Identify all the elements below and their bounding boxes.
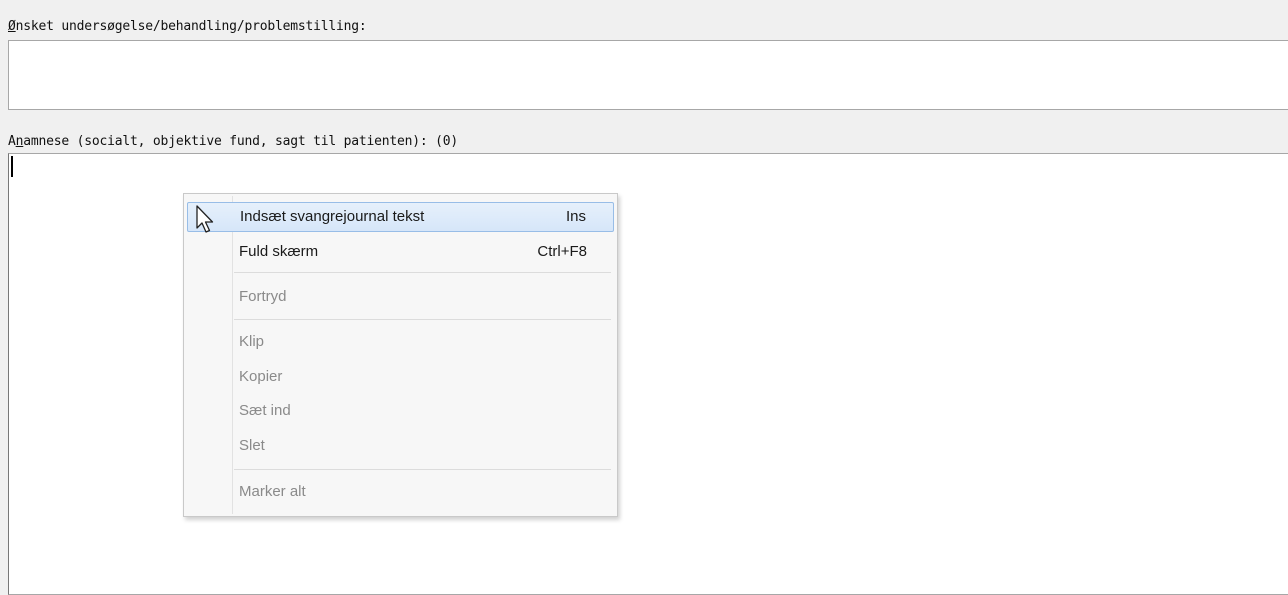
menu-item-delete[interactable]: Slet xyxy=(187,431,614,461)
text-caret xyxy=(11,156,13,177)
field-label-onsket: Ønsket undersøgelse/behandling/problemst… xyxy=(8,18,367,36)
menu-item-shortcut: Ctrl+F8 xyxy=(537,243,587,260)
menu-item-label: Fuld skærm xyxy=(239,243,319,260)
menu-item-label: Slet xyxy=(239,437,265,454)
context-menu: Indsæt svangrejournal tekst Ins Fuld skæ… xyxy=(183,193,618,517)
menu-item-full-screen[interactable]: Fuld skærm Ctrl+F8 xyxy=(187,237,614,267)
menu-item-copy[interactable]: Kopier xyxy=(187,362,614,392)
field-label-anamnese: Anamnese (socialt, objektive fund, sagt … xyxy=(8,133,458,151)
menu-item-cut[interactable]: Klip xyxy=(187,327,614,357)
onsket-textarea[interactable] xyxy=(8,40,1288,110)
menu-item-label: Marker alt xyxy=(239,483,306,500)
label-text-prefix: A xyxy=(8,134,16,149)
menu-item-undo[interactable]: Fortryd xyxy=(187,282,614,312)
menu-separator xyxy=(234,469,611,470)
menu-item-paste[interactable]: Sæt ind xyxy=(187,396,614,426)
label-text: nsket undersøgelse/behandling/problemsti… xyxy=(15,19,367,34)
label-text: amnese (socialt, objektive fund, sagt ti… xyxy=(23,134,459,149)
menu-item-shortcut: Ins xyxy=(565,208,586,225)
menu-item-label: Indsæt svangrejournal tekst xyxy=(240,208,425,225)
menu-item-label: Fortryd xyxy=(239,288,287,305)
menu-item-label: Kopier xyxy=(239,368,283,385)
menu-separator xyxy=(234,319,611,320)
menu-item-label: Klip xyxy=(239,333,265,350)
menu-item-select-all[interactable]: Marker alt xyxy=(187,477,614,507)
menu-item-insert-svangrejournal[interactable]: Indsæt svangrejournal tekst Ins xyxy=(187,202,614,232)
label-accelerator: Ø xyxy=(8,19,16,34)
mouse-pointer-icon xyxy=(196,205,214,233)
menu-item-label: Sæt ind xyxy=(239,402,291,419)
menu-separator xyxy=(234,272,611,273)
